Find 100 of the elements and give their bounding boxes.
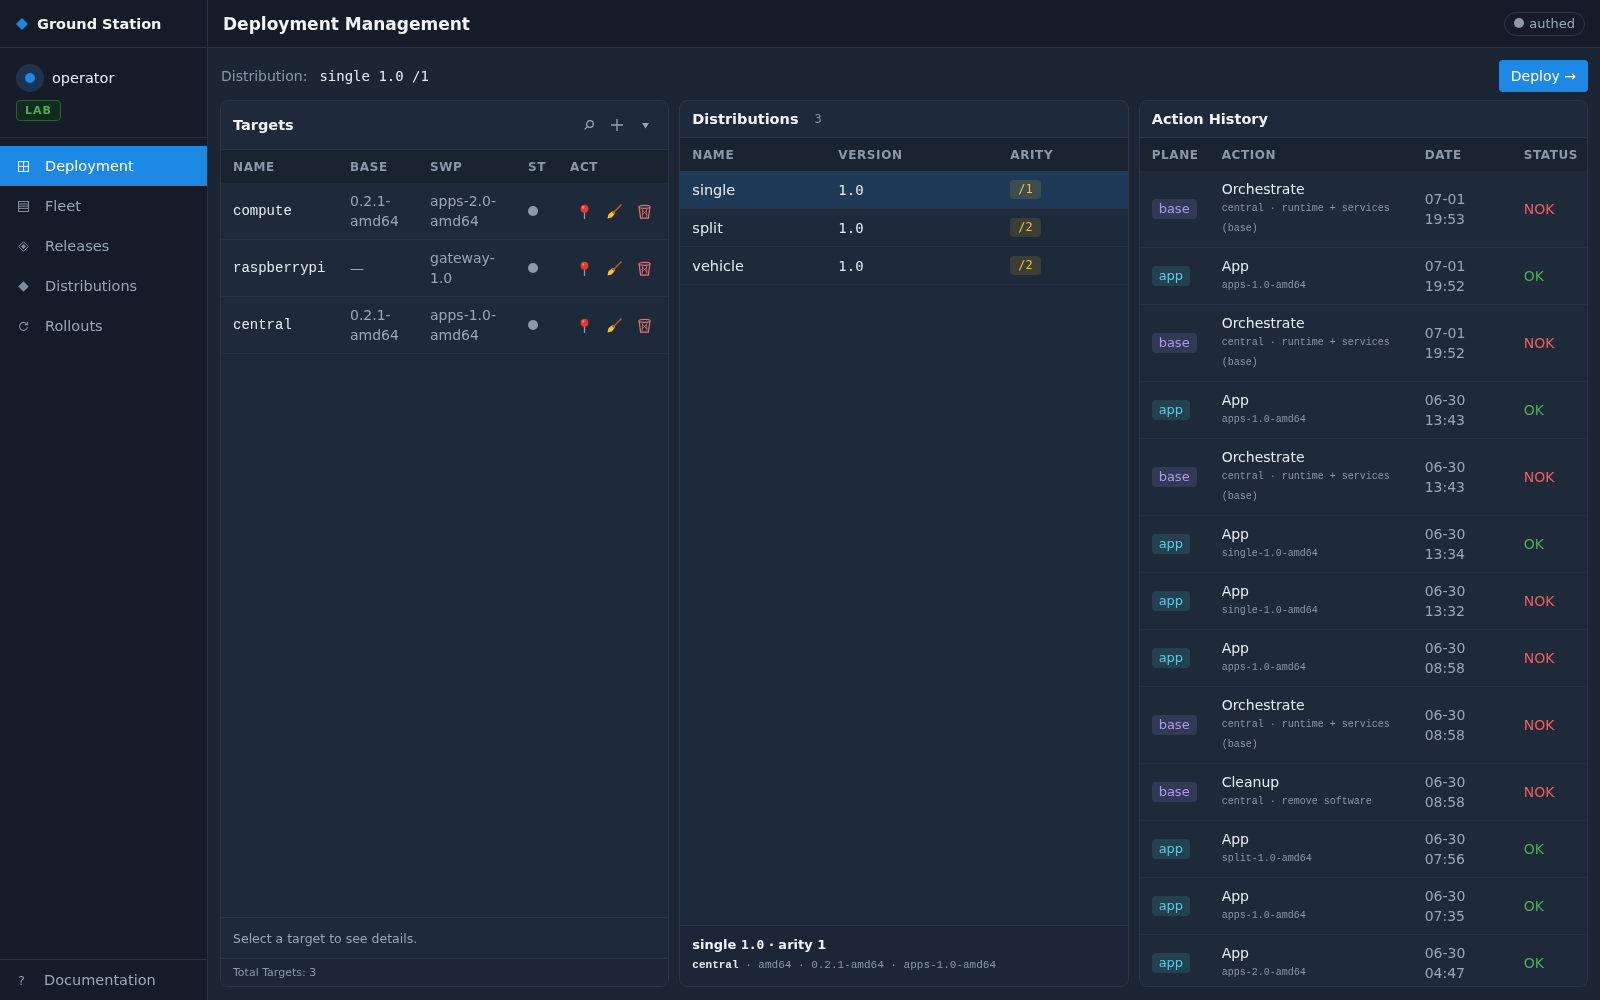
- action-date: 06-30 07:56: [1424, 830, 1467, 869]
- distribution-row[interactable]: vehicle 1.0 /2: [680, 247, 1128, 285]
- action-detail: apps-1.0-amd64: [1221, 909, 1306, 923]
- distribution-value: single 1.0 /1: [319, 68, 429, 84]
- trash-icon: [636, 260, 652, 276]
- column-header: ARITY: [1009, 147, 1055, 162]
- plane-tag: app: [1151, 648, 1191, 668]
- documentation-link[interactable]: ? Documentation: [0, 960, 207, 1000]
- action-date: 06-30 13:43: [1424, 458, 1467, 497]
- page-title: Deployment Management: [223, 13, 470, 34]
- column-header: PLANE: [1150, 147, 1200, 162]
- table-cell-text: —: [350, 259, 364, 278]
- action-title: App: [1221, 639, 1249, 658]
- action-title: App: [1221, 830, 1249, 849]
- action-status: OK: [1523, 955, 1544, 971]
- arity-tag: /2: [1010, 256, 1041, 275]
- action-detail: apps-1.0-amd64: [1221, 279, 1306, 293]
- distribution-count: 3: [814, 112, 822, 126]
- plane-tag: app: [1151, 266, 1191, 286]
- action-title: App: [1221, 391, 1249, 410]
- action-status: OK: [1523, 268, 1544, 284]
- action-date: 06-30 13:32: [1424, 582, 1467, 621]
- distribution-label: Distribution:: [221, 68, 308, 84]
- nav-item[interactable]: Distributions: [0, 266, 207, 306]
- nav-item[interactable]: Deployment: [0, 146, 207, 186]
- nav-item[interactable]: Rollouts: [0, 306, 207, 346]
- action-status: NOK: [1523, 593, 1555, 609]
- action-status: NOK: [1523, 717, 1555, 733]
- action-date: 06-30 07:35: [1424, 887, 1467, 926]
- action-date: 06-30 08:58: [1424, 706, 1467, 745]
- distribution-name: single: [692, 181, 736, 198]
- environment-badge: LAB: [16, 100, 61, 121]
- trash-icon: [636, 203, 652, 219]
- distribution-row[interactable]: split 1.0 /2: [680, 209, 1128, 247]
- brand-name: Ground Station: [37, 15, 162, 32]
- empty-hint: Select a target to see details.: [233, 930, 418, 946]
- distribution-path: central · amd64 · 0.2.1-amd64 · apps-1.0-amd64: [692, 958, 996, 973]
- action-status: OK: [1523, 841, 1544, 857]
- version-cell: 1.0: [838, 257, 864, 274]
- diamond-logo-icon: [16, 17, 28, 30]
- column-header: ST: [527, 159, 548, 174]
- plane-tag: app: [1151, 534, 1191, 554]
- action-date: 07-01 19:52: [1424, 324, 1467, 363]
- action-status: NOK: [1523, 784, 1555, 800]
- action-title: App: [1221, 887, 1249, 906]
- plane-tag: app: [1151, 896, 1191, 916]
- column-header: DATE: [1423, 147, 1463, 162]
- action-title: App: [1221, 582, 1249, 601]
- action-detail: apps-1.0-amd64: [1221, 413, 1306, 427]
- column-header: VERSION: [837, 147, 904, 162]
- action-date: 07-01 19:52: [1424, 257, 1467, 296]
- deploy-button[interactable]: Deploy →: [1498, 60, 1588, 92]
- caret-icon: [641, 121, 649, 129]
- session-label: authed: [1529, 15, 1575, 31]
- diamond-icon: [18, 280, 29, 292]
- action-title: Orchestrate: [1221, 696, 1305, 715]
- nav-item[interactable]: Fleet: [0, 186, 207, 226]
- action-title: Orchestrate: [1221, 180, 1305, 199]
- nav-item[interactable]: Releases: [0, 226, 207, 266]
- column-header: NAME: [691, 147, 736, 162]
- plane-tag: base: [1151, 199, 1197, 219]
- action-date: 06-30 13:43: [1424, 391, 1467, 430]
- action-status: NOK: [1523, 469, 1555, 485]
- action-status: NOK: [1523, 201, 1555, 217]
- action-detail: apps-2.0-amd64: [1221, 966, 1306, 980]
- list-icon: [18, 200, 29, 212]
- action-title: App: [1221, 525, 1249, 544]
- action-detail: central · runtime + services (base): [1221, 336, 1391, 370]
- distribution-summary: single 1.0 · arity 1: [692, 936, 827, 954]
- action-title: Orchestrate: [1221, 314, 1305, 333]
- arity-tag: /1: [1010, 180, 1041, 199]
- action-status: NOK: [1523, 335, 1555, 351]
- distribution-name: split: [692, 219, 723, 236]
- plus-icon: [611, 119, 624, 131]
- action-detail: split-1.0-amd64: [1221, 852, 1312, 866]
- column-header: SWP: [429, 159, 464, 174]
- target-name: central: [233, 316, 292, 335]
- column-header: ACT: [569, 159, 600, 174]
- action-detail: apps-1.0-amd64: [1221, 661, 1306, 675]
- column-header: ACTION: [1220, 147, 1278, 162]
- plane-tag: base: [1151, 333, 1197, 353]
- table-cell-text: 0.2.1-amd64: [350, 306, 400, 345]
- action-status: OK: [1523, 402, 1544, 418]
- action-detail: single-1.0-amd64: [1221, 604, 1318, 618]
- version-cell: 1.0: [838, 219, 864, 236]
- diamond-outline-icon: [18, 240, 29, 252]
- action-date: 06-30 08:58: [1424, 639, 1467, 678]
- search-icon: [584, 120, 595, 130]
- action-detail: central · runtime + services (base): [1221, 202, 1391, 236]
- distribution-row[interactable]: single 1.0 /1: [680, 171, 1128, 209]
- action-detail: single-1.0-amd64: [1221, 547, 1318, 561]
- action-date: 06-30 13:34: [1424, 525, 1467, 564]
- avatar-icon: [16, 64, 44, 92]
- refresh-icon: [18, 320, 29, 332]
- target-name: raspberrypi: [233, 259, 326, 278]
- arity-tag: /2: [1010, 218, 1041, 237]
- plane-tag: app: [1151, 400, 1191, 420]
- targets-total: Total Targets: 3: [233, 966, 317, 979]
- column-header: NAME: [232, 159, 276, 174]
- action-title: Cleanup: [1221, 773, 1280, 792]
